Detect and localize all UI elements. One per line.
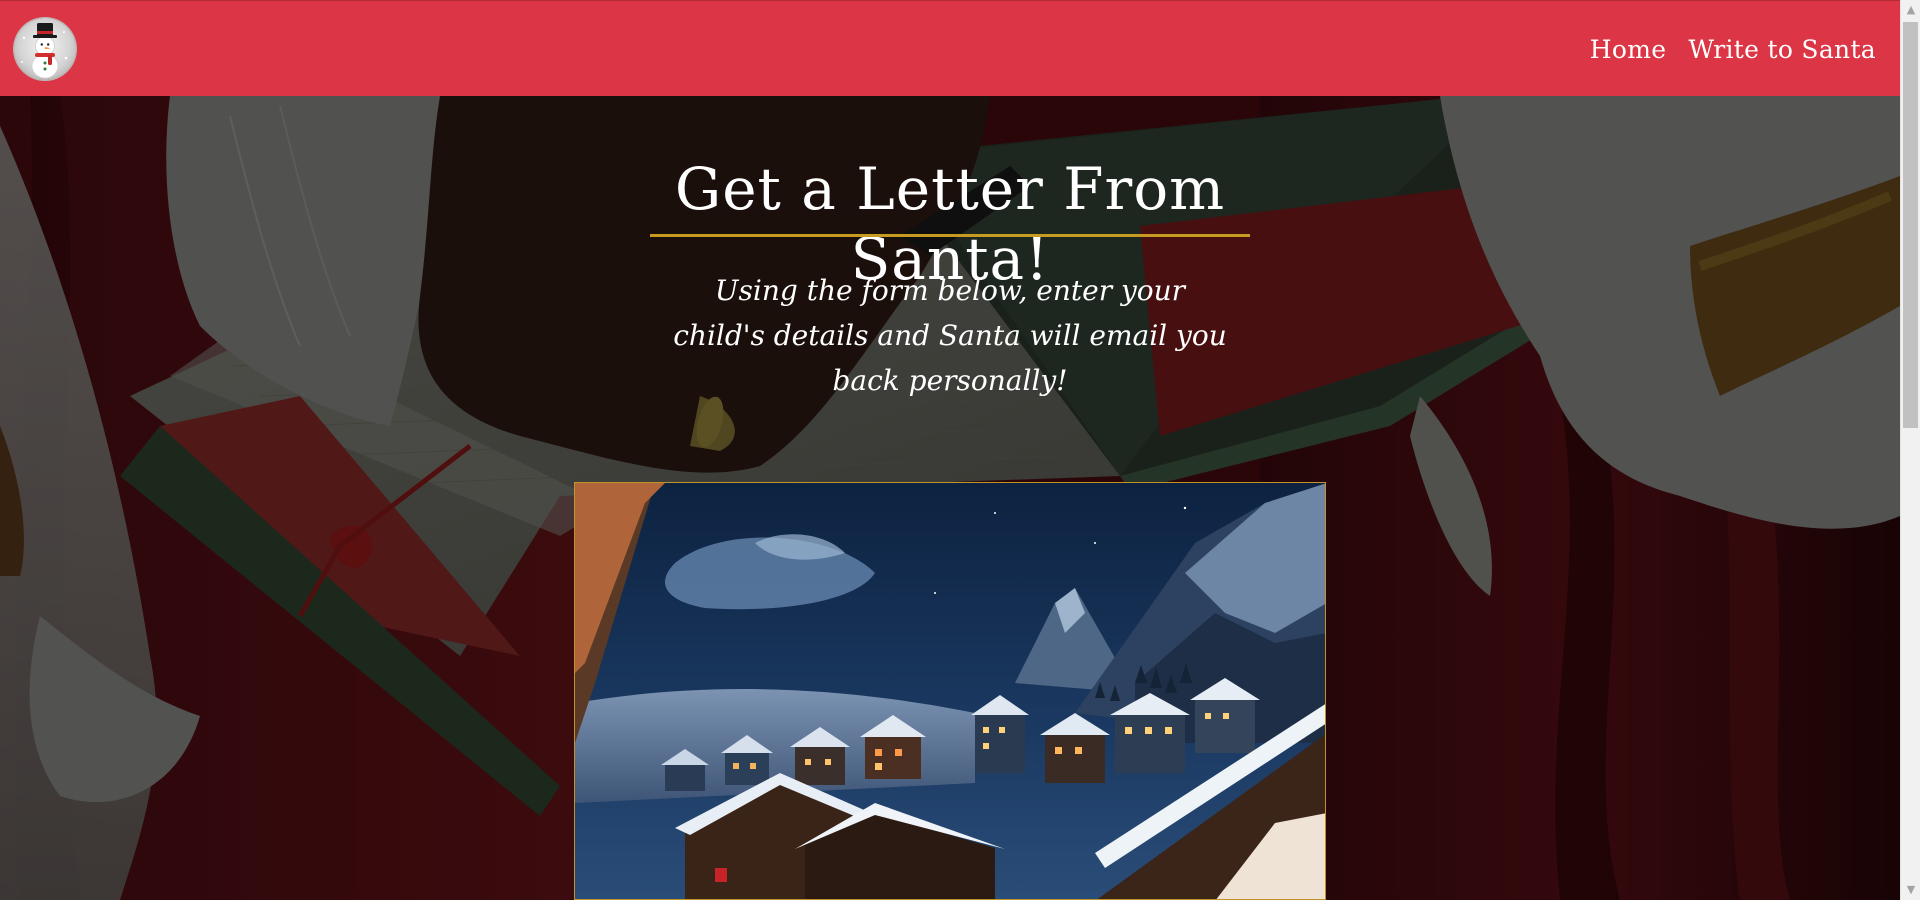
page-scrollbar[interactable]: ▲ ▼: [1900, 0, 1920, 900]
chevron-down-icon[interactable]: ▼: [1901, 880, 1920, 900]
nav-link-write-to-santa[interactable]: Write to Santa: [1688, 35, 1876, 64]
scrollbar-thumb[interactable]: [1903, 22, 1918, 428]
nav-link-home[interactable]: Home: [1590, 35, 1667, 64]
snowman-logo-icon[interactable]: [14, 18, 76, 80]
page-subtitle: Using the form below, enter your child's…: [673, 274, 1227, 397]
snowy-village-image: [574, 482, 1326, 900]
chevron-up-icon[interactable]: ▲: [1901, 0, 1920, 20]
title-divider: [650, 234, 1250, 237]
page: Home Write to Santa Get a Letter From Sa…: [0, 0, 1920, 900]
village-picture: [575, 483, 1325, 899]
nav-links: Home Write to Santa: [1590, 1, 1876, 97]
navbar: Home Write to Santa: [0, 0, 1900, 96]
hero-section: Get a Letter From Santa! Using the form …: [0, 96, 1900, 900]
snowman-icon: [21, 23, 68, 79]
